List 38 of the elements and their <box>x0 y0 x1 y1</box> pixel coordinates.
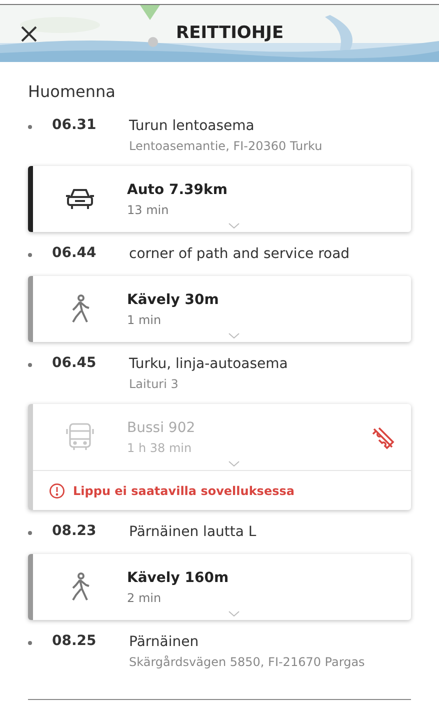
chevron-down-icon[interactable] <box>228 223 240 229</box>
stop-name: Turku, linja-autoasema <box>129 355 288 374</box>
warning-icon <box>49 482 65 498</box>
leg-duration: 1 min <box>127 312 162 329</box>
stop-address: Laituri 3 <box>129 376 180 393</box>
leg-title: Auto 7.39km <box>127 181 228 200</box>
stop-address: Skärgårdsvägen 5850, FI-21670 Pargas <box>129 654 365 671</box>
car-icon <box>65 187 95 211</box>
leg-duration: 2 min <box>127 590 162 607</box>
route-leg-card[interactable]: Kävely 30m 1 min <box>28 276 411 342</box>
mode-bar <box>28 276 33 342</box>
bus-icon <box>66 422 94 452</box>
stop-time: 06.44 <box>52 244 98 263</box>
chevron-down-icon[interactable] <box>228 333 240 339</box>
stop-name: Pärnäinen <box>129 633 200 652</box>
stop-time: 08.25 <box>52 632 98 651</box>
stop-time: 06.31 <box>52 116 98 135</box>
stop-time: 06.45 <box>52 354 98 373</box>
stop-time: 08.23 <box>52 522 98 541</box>
leg-title: Kävely 30m <box>127 291 219 310</box>
header-title: REITTIOHJE <box>176 22 284 45</box>
mode-bar <box>28 554 33 620</box>
route-leg-card[interactable]: Auto 7.39km 13 min <box>28 166 411 232</box>
warning-text: Lippu ei saatavilla sovelluksessa <box>73 482 294 500</box>
leg-duration: 13 min <box>127 202 170 219</box>
stop-name: corner of path and service road <box>129 245 350 264</box>
stop-name: Pärnäinen lautta L <box>129 523 256 542</box>
chevron-down-icon[interactable] <box>228 611 240 617</box>
close-icon[interactable] <box>20 24 38 42</box>
stop-name: Turun lentoasema <box>129 117 256 136</box>
day-heading: Huomenna <box>27 81 116 103</box>
ticket-unavailable-icon <box>371 426 395 450</box>
leg-duration: 1 h 38 min <box>127 440 193 457</box>
mode-bar <box>28 166 33 232</box>
leg-title: Kävely 160m <box>127 569 229 588</box>
stop-address: Lentoasemantie, FI-20360 Turku <box>129 138 322 155</box>
route-leg-card[interactable]: Kävely 160m 2 min <box>28 554 411 620</box>
leg-title: Bussi 902 <box>127 419 196 438</box>
